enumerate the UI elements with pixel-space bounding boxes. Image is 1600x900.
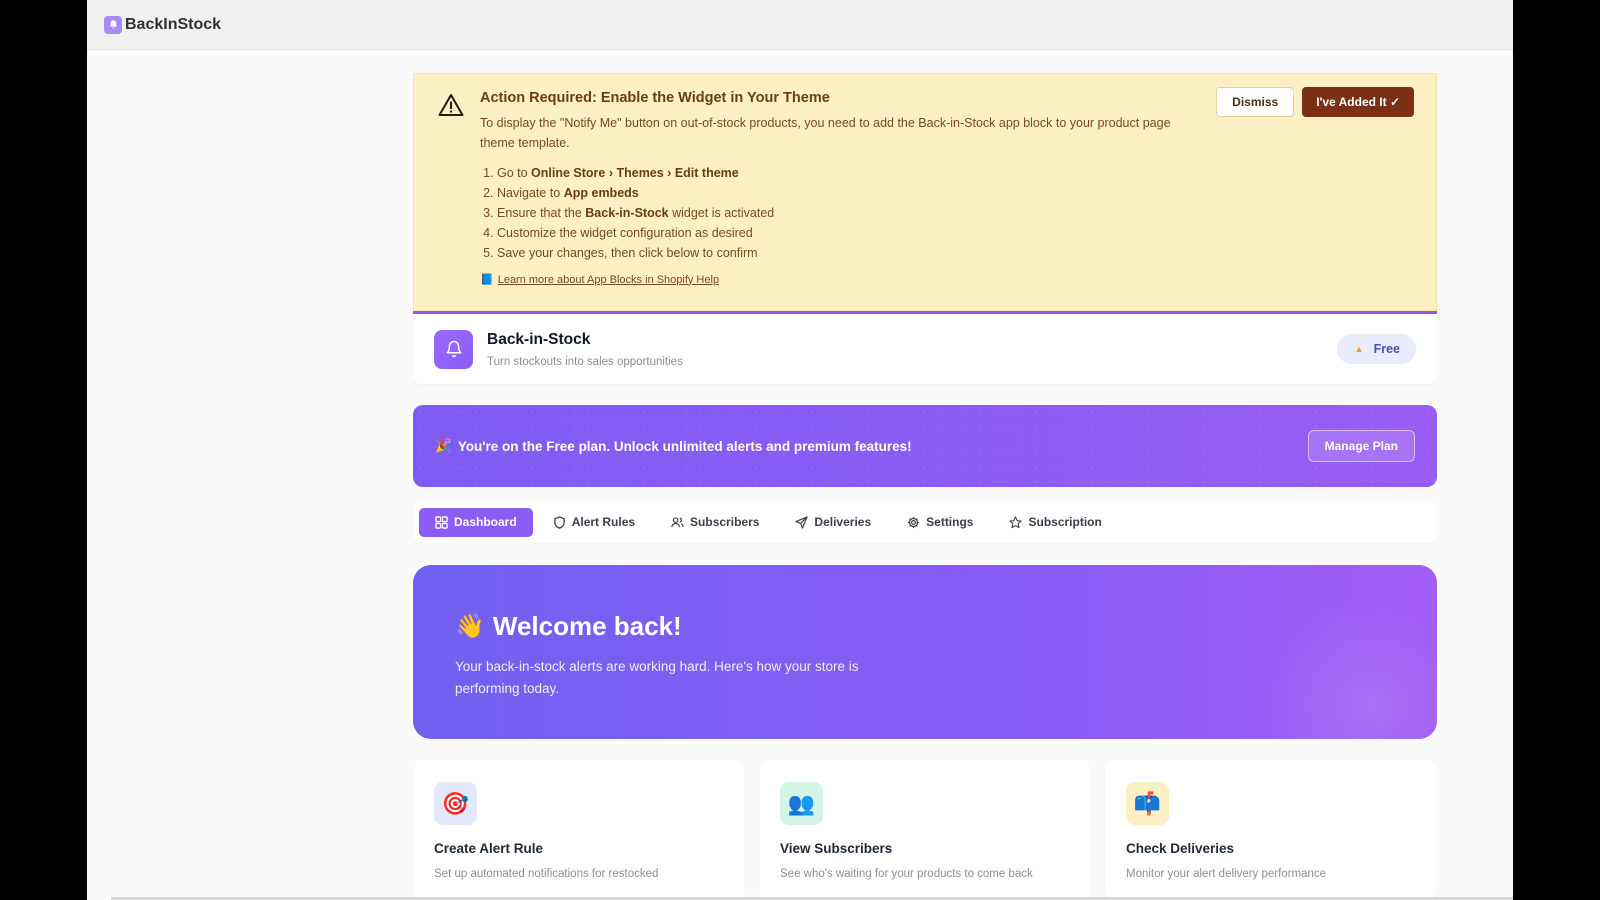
app-subtitle: Turn stockouts into sales opportunities	[487, 355, 683, 368]
help-link-row: 📘 Learn more about App Blocks in Shopify…	[480, 273, 1184, 287]
alert-step: Customize the widget configuration as de…	[497, 223, 1184, 243]
tab-subscription[interactable]: Subscription	[993, 508, 1117, 537]
top-bar: BackInStock	[87, 0, 1513, 50]
app-blocks-help-link[interactable]: Learn more about App Blocks in Shopify H…	[498, 274, 719, 286]
upgrade-banner: 🎉 You're on the Free plan. Unlock unlimi…	[413, 405, 1437, 487]
welcome-title: 👋 Welcome back!	[455, 611, 682, 641]
warning-icon	[438, 94, 464, 116]
tab-settings[interactable]: Settings	[891, 508, 989, 537]
alert-step: Go to Online Store › Themes › Edit theme	[497, 163, 1184, 183]
dismiss-button[interactable]: Dismiss	[1216, 87, 1295, 117]
alert-step: Save your changes, then click below to c…	[497, 243, 1184, 263]
welcome-subtitle: Your back-in-stock alerts are working ha…	[455, 659, 859, 696]
main-content: Action Required: Enable the Widget in Yo…	[413, 73, 1437, 900]
alert-description: To display the "Notify Me" button on out…	[480, 116, 1171, 150]
tab-subscribers[interactable]: Subscribers	[655, 508, 775, 537]
crown-icon: ▲	[1354, 344, 1364, 354]
main-tabs: Dashboard Alert Rules Subscribers Delive…	[413, 501, 1437, 543]
check-deliveries-card[interactable]: 📫 Check Deliveries Monitor your alert de…	[1105, 760, 1437, 900]
welcome-banner: 👋 Welcome back! Your back-in-stock alert…	[413, 565, 1437, 739]
grid-icon	[435, 515, 448, 529]
alert-step: Ensure that the Back-in-Stock widget is …	[497, 203, 1184, 223]
plan-badge[interactable]: ▲ Free	[1336, 334, 1416, 364]
alert-steps-list: Go to Online Store › Themes › Edit theme…	[497, 163, 1184, 263]
card-description: Monitor your alert delivery performance	[1126, 868, 1327, 880]
upgrade-message: 🎉 You're on the Free plan. Unlock unlimi…	[435, 438, 912, 454]
alert-title: Action Required: Enable the Widget in Yo…	[480, 90, 830, 106]
tab-deliveries[interactable]: Deliveries	[779, 508, 887, 537]
app-header-card: Back-in-Stock Turn stockouts into sales …	[413, 311, 1437, 384]
card-title: View Subscribers	[780, 841, 893, 856]
people-icon: 👥	[780, 782, 823, 825]
book-icon: 📘	[480, 274, 494, 286]
view-subscribers-card[interactable]: 👥 View Subscribers See who's waiting for…	[759, 760, 1091, 900]
tab-alert-rules[interactable]: Alert Rules	[537, 508, 651, 537]
create-alert-rule-card[interactable]: 🎯 Create Alert Rule Set up automated not…	[413, 760, 745, 900]
app-title: Back-in-Stock	[487, 330, 591, 348]
app-logo-text: BackInStock	[125, 15, 222, 33]
manage-plan-button[interactable]: Manage Plan	[1307, 430, 1415, 462]
waving-hand-icon: 👋	[455, 613, 485, 640]
alert-step: Navigate to App embeds	[497, 183, 1184, 203]
bell-icon	[434, 329, 473, 369]
ive-added-it-button[interactable]: I've Added It ✓	[1302, 87, 1414, 117]
plan-badge-label: Free	[1373, 342, 1400, 356]
star-icon	[1009, 515, 1023, 528]
quick-action-cards: 🎯 Create Alert Rule Set up automated not…	[413, 760, 1437, 900]
card-title: Check Deliveries	[1126, 841, 1235, 856]
mailbox-icon: 📫	[1126, 782, 1169, 825]
app-window: BackInStock Action Required: Enable the …	[87, 0, 1513, 900]
target-icon: 🎯	[434, 782, 477, 825]
party-popper-icon: 🎉	[435, 438, 452, 453]
alert-actions: Dismiss I've Added It ✓	[1216, 87, 1414, 117]
gear-icon	[908, 516, 920, 528]
action-required-banner: Action Required: Enable the Widget in Yo…	[413, 73, 1437, 311]
card-description: See who's waiting for your products to c…	[780, 868, 1033, 880]
shield-icon	[553, 515, 565, 529]
users-icon	[671, 516, 684, 527]
card-title: Create Alert Rule	[434, 841, 544, 856]
app-logo-icon	[104, 15, 122, 34]
send-icon	[795, 515, 809, 529]
tab-dashboard[interactable]: Dashboard	[419, 507, 533, 537]
card-description: Set up automated notifications for resto…	[434, 868, 659, 880]
